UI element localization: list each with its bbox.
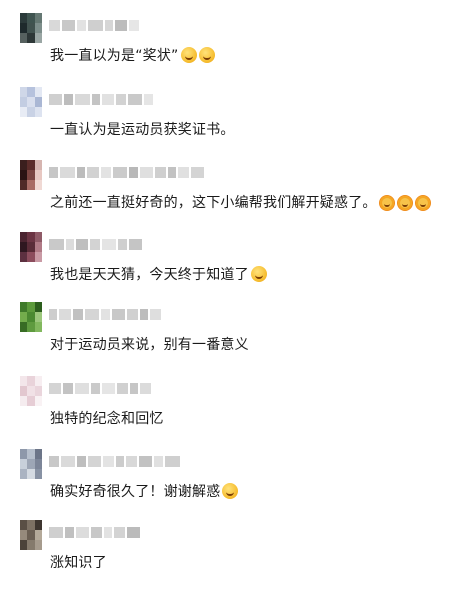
avatar[interactable] (20, 449, 42, 479)
emoji-group (180, 47, 215, 63)
comment-item: 我也是天天猜，今天终于知道了 (0, 232, 472, 306)
comment-text-content: 之前还一直挺好奇的，这下小编帮我们解开疑惑了。 (50, 195, 377, 211)
username-blurred[interactable] (49, 239, 142, 250)
avatar[interactable] (20, 302, 42, 332)
comment-list: 我一直以为是“奖状” 一直认为是运动员获奖证书。之前还一直挺好奇的，这下小编帮我们… (0, 0, 472, 591)
comment-text: 我一直以为是“奖状” (50, 46, 215, 66)
comment-item: 涨知识了 (0, 520, 472, 594)
avatar[interactable] (20, 13, 42, 43)
comment-text-content: 确实好奇很久了！谢谢解惑 (50, 484, 221, 500)
grinning-icon (250, 266, 267, 282)
comment-item: 独特的纪念和回忆 (0, 376, 472, 450)
username-blurred[interactable] (49, 309, 161, 320)
avatar[interactable] (20, 520, 42, 550)
avatar[interactable] (20, 232, 42, 262)
sun-icon (415, 196, 430, 210)
comment-item: 确实好奇很久了！谢谢解惑 (0, 449, 472, 523)
comment-text: 一直认为是运动员获奖证书。 (50, 120, 235, 140)
comment-item: 之前还一直挺好奇的，这下小编帮我们解开疑惑了。 (0, 160, 472, 234)
comment-text-content: 对于运动员来说，别有一番意义 (50, 337, 249, 353)
thinking-icon (222, 483, 239, 499)
emoji-group (222, 483, 239, 499)
username-blurred[interactable] (49, 94, 153, 105)
emoji-group (379, 195, 431, 211)
comment-text-content: 一直认为是运动员获奖证书。 (50, 122, 235, 138)
comment-text: 对于运动员来说，别有一番意义 (50, 335, 249, 355)
comment-text-content: 我一直以为是“奖状” (50, 48, 179, 64)
avatar[interactable] (20, 160, 42, 190)
username-blurred[interactable] (49, 167, 204, 178)
laughing-crying-icon (198, 47, 215, 63)
laughing-crying-icon (180, 47, 197, 63)
sun-icon (397, 196, 412, 210)
sun-icon (379, 196, 394, 210)
comment-item: 对于运动员来说，别有一番意义 (0, 302, 472, 376)
username-blurred[interactable] (49, 456, 180, 467)
avatar[interactable] (20, 376, 42, 406)
comment-text-content: 涨知识了 (50, 555, 107, 571)
comment-text: 之前还一直挺好奇的，这下小编帮我们解开疑惑了。 (50, 193, 431, 213)
username-blurred[interactable] (49, 20, 139, 31)
comment-text-content: 我也是天天猜，今天终于知道了 (50, 267, 249, 283)
username-blurred[interactable] (49, 527, 140, 538)
comment-text: 确实好奇很久了！谢谢解惑 (50, 482, 239, 502)
comment-item: 我一直以为是“奖状” (0, 13, 472, 87)
comment-text-content: 独特的纪念和回忆 (50, 411, 164, 427)
emoji-group (250, 266, 267, 282)
comment-text: 我也是天天猜，今天终于知道了 (50, 265, 267, 285)
comment-text: 涨知识了 (50, 553, 107, 573)
avatar[interactable] (20, 87, 42, 117)
comment-item: 一直认为是运动员获奖证书。 (0, 87, 472, 161)
username-blurred[interactable] (49, 383, 151, 394)
comment-text: 独特的纪念和回忆 (50, 409, 164, 429)
